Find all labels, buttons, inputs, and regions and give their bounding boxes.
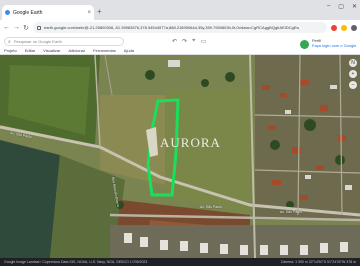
menu-adicionar[interactable]: Adicionar (68, 48, 85, 53)
maximize-button[interactable]: ▢ (338, 3, 344, 10)
earth-favicon-icon (5, 10, 10, 15)
tab-google-earth[interactable]: Google Earth × (2, 5, 94, 20)
zoom-out-button[interactable]: – (349, 81, 357, 89)
undo-icon[interactable]: ↶ (172, 38, 177, 45)
url-field[interactable]: earth.google.com/web/@-21.25800306,-51.3… (33, 22, 327, 33)
window-controls: – ▢ ✕ (327, 3, 357, 10)
satellite-map-view[interactable]: AURORA Av. São Paulo Av. São Paulo Av. S… (0, 55, 360, 258)
road-label: Av. São Paulo (280, 210, 302, 214)
menu-visualizar[interactable]: Visualizar (43, 48, 60, 53)
new-tab-button[interactable]: + (97, 7, 102, 16)
back-button[interactable]: ← (3, 24, 10, 31)
ruler-icon[interactable]: ▭ (200, 38, 206, 45)
menu-icon[interactable] (351, 24, 357, 31)
lock-icon (37, 25, 41, 30)
address-toolbar: ← → ↻ earth.google.com/web/@-21.25800306… (0, 20, 360, 35)
menu-projeto[interactable]: Projeto (4, 48, 17, 53)
menu-ajuda[interactable]: Ajuda (124, 48, 134, 53)
imagery-attribution: Google Image Landsat / Copernicus Data S… (4, 260, 148, 264)
status-bar: Google Image Landsat / Copernicus Data S… (0, 258, 360, 266)
extensions-area (331, 24, 357, 31)
road-label: Av. São Paulo (200, 205, 222, 209)
close-window-button[interactable]: ✕ (352, 3, 357, 10)
zoom-in-button[interactable]: + (349, 70, 357, 78)
tab-close-icon[interactable]: × (87, 10, 91, 16)
earth-menu-bar: Projeto Editar Visualizar Adicionar Ferr… (4, 48, 134, 53)
extension-icon[interactable] (331, 24, 337, 31)
pin-icon[interactable]: ⌖ (192, 38, 195, 45)
profile-area[interactable]: Perfil Faça login com o Google (298, 38, 358, 53)
menu-ferramentas[interactable]: Ferramentas (93, 48, 116, 53)
satellite-imagery (0, 55, 360, 258)
earth-toolbar: ⌕ Pesquisar no Google Earth Projeto Edit… (0, 35, 360, 55)
browser-tab-bar: Google Earth × + – ▢ ✕ (0, 0, 360, 20)
avatar[interactable] (300, 40, 309, 49)
profile-subtitle: Faça login com o Google (312, 43, 357, 48)
aurora-watermark: AURORA (160, 135, 221, 150)
forward-button[interactable]: → (13, 24, 20, 31)
redo-icon[interactable]: ↷ (182, 38, 187, 45)
map-controls: N + – (349, 59, 357, 89)
search-input[interactable]: ⌕ Pesquisar no Google Earth (4, 37, 124, 46)
menu-editar[interactable]: Editar (25, 48, 35, 53)
search-icon: ⌕ (8, 38, 11, 45)
tab-title: Google Earth (13, 9, 43, 16)
search-placeholder: Pesquisar no Google Earth (13, 39, 62, 44)
extension-icon[interactable] (341, 24, 347, 31)
camera-coordinates: Câmera: 1 390 m 22°14'50"S 51°24'00"W 37… (280, 260, 356, 264)
minimize-button[interactable]: – (327, 3, 330, 10)
compass-icon[interactable]: N (349, 59, 357, 67)
reload-button[interactable]: ↻ (23, 24, 29, 32)
url-text: earth.google.com/web/@-21.25800306,-51.3… (44, 25, 300, 30)
earth-tools: ↶ ↷ ⌖ ▭ (172, 38, 206, 45)
